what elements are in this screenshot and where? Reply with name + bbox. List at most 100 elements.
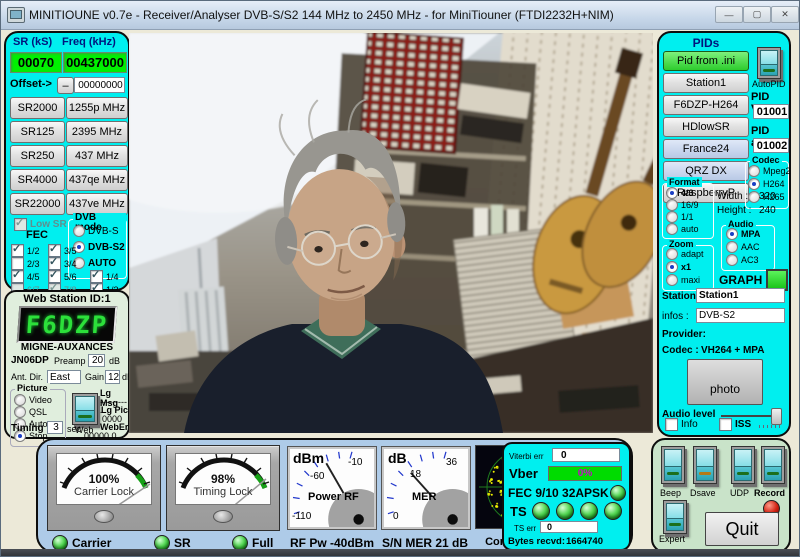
fec-4-5-box[interactable]: [11, 270, 24, 283]
radio-ac3[interactable]: AC3: [726, 254, 759, 266]
radio-adapt[interactable]: adapt: [666, 248, 704, 260]
preset-sr22000-button[interactable]: SR22000: [10, 193, 65, 215]
record-label: Record: [754, 488, 785, 498]
station-label: Station: [662, 291, 696, 302]
radio-dvbs2[interactable]: DVB-S2: [73, 241, 125, 253]
fec-4-5[interactable]: 4/5: [11, 270, 40, 283]
ant-dir-label: Ant. Dir.: [11, 372, 43, 382]
preset-sr125-button[interactable]: SR125: [10, 121, 65, 143]
radio-mpeg2[interactable]: Mpeg2: [748, 165, 791, 177]
timing-lock-value: 98%: [176, 472, 270, 486]
radio-maxi-dot[interactable]: [666, 274, 678, 286]
fec-1-2[interactable]: 1/2: [11, 244, 40, 257]
timing-unit: sec: [67, 424, 81, 434]
radio-aac[interactable]: AAC: [726, 241, 760, 253]
iss-checkbox[interactable]: ISS: [719, 418, 751, 431]
web-toggle-switch[interactable]: [72, 393, 98, 425]
radio-16-9[interactable]: 16/9: [666, 199, 699, 211]
info-checkbox[interactable]: Info: [665, 418, 698, 431]
preset-sr2000-button[interactable]: SR2000: [10, 97, 65, 119]
record-switch[interactable]: [761, 446, 785, 484]
radio-h264[interactable]: H264: [748, 178, 785, 190]
mer-label: MER: [412, 491, 436, 503]
radio-1-1-dot[interactable]: [666, 211, 678, 223]
timing-field[interactable]: 3: [47, 421, 63, 434]
fec-mode-label: FEC 9/10 32APSK: [508, 486, 609, 500]
radio-video[interactable]: Video: [14, 394, 52, 406]
city-label: MIGNE-AUXANCES: [6, 342, 128, 353]
freq-value-field[interactable]: 00437000: [63, 52, 127, 73]
f6dzp-h264-button[interactable]: F6DZP-H264: [663, 95, 749, 115]
minimize-button[interactable]: —: [715, 6, 743, 23]
radio-video-dot[interactable]: [14, 394, 26, 406]
infos-field[interactable]: DVB-S2: [696, 308, 785, 323]
mer-unit: dB: [388, 450, 407, 466]
bytes-value: 1664740: [566, 536, 603, 547]
france24-button[interactable]: France24: [663, 139, 749, 159]
ts-err-field: 0: [540, 521, 598, 533]
preset-2395-button[interactable]: 2395 MHz: [66, 121, 128, 143]
fec-1-2-box[interactable]: [11, 244, 24, 257]
dsave-switch[interactable]: [693, 446, 717, 484]
radio-auto-fmt-dot[interactable]: [666, 223, 678, 235]
switch-panel: Beep Dsave UDP Record Expert Quit: [651, 438, 791, 553]
graph-label: GRAPH: [719, 273, 762, 287]
height-value: 240: [759, 205, 776, 216]
station1-button[interactable]: Station1: [663, 73, 749, 93]
preset-437qe-button[interactable]: 437qe MHz: [66, 169, 128, 191]
pid-audio-field[interactable]: 01002: [753, 138, 789, 153]
sr-value-field[interactable]: 00070: [10, 52, 62, 73]
preset-sr250-button[interactable]: SR250: [10, 145, 65, 167]
sr-led-label: SR: [174, 536, 191, 550]
radio-adapt-dot[interactable]: [666, 248, 678, 260]
udp-switch[interactable]: [731, 446, 755, 484]
offset-field[interactable]: 00000000: [74, 77, 125, 93]
ant-dir-field[interactable]: East: [47, 370, 81, 384]
preset-1255-button[interactable]: 1255p MHz: [66, 97, 128, 119]
hdlowsr-button[interactable]: HDlowSR: [663, 117, 749, 137]
close-button[interactable]: ✕: [771, 6, 799, 23]
close-icon: ✕: [781, 9, 789, 20]
radio-dvbs[interactable]: DVB-S: [73, 225, 119, 237]
expert-switch[interactable]: [663, 500, 687, 534]
audio-level-thumb[interactable]: [771, 408, 782, 425]
radio-ac3-dot[interactable]: [726, 254, 738, 266]
autopid-icon[interactable]: [757, 47, 781, 79]
radio-mpa[interactable]: MPA: [726, 228, 760, 240]
beep-switch[interactable]: [661, 446, 685, 484]
radio-h264-label: H264: [763, 179, 785, 189]
radio-auto-fmt[interactable]: auto: [666, 223, 699, 235]
radio-ac3-label: AC3: [741, 255, 759, 265]
radio-h264-dot[interactable]: [748, 178, 760, 190]
offset-minus-button[interactable]: –: [57, 77, 74, 94]
pid-video-field[interactable]: 01001: [753, 104, 789, 119]
radio-aac-dot[interactable]: [726, 241, 738, 253]
radio-16-9-dot[interactable]: [666, 199, 678, 211]
station-field[interactable]: Station1: [696, 288, 785, 303]
radio-dvbs-dot[interactable]: [73, 225, 85, 237]
iss-checkbox-box[interactable]: [719, 418, 732, 431]
radio-qsl-dot[interactable]: [14, 406, 26, 418]
radio-4-3[interactable]: 4/3: [666, 187, 694, 199]
info-checkbox-box[interactable]: [665, 418, 678, 431]
radio-1-1[interactable]: 1/1: [666, 211, 694, 223]
radio-maxi[interactable]: maxi: [666, 274, 700, 286]
radio-x1-dot[interactable]: [666, 261, 678, 273]
radio-x1[interactable]: x1: [666, 261, 691, 273]
maximize-button[interactable]: ▢: [743, 6, 771, 23]
pid-from-ini-button[interactable]: Pid from .ini: [663, 51, 749, 71]
preamp-field[interactable]: 20: [88, 354, 105, 367]
radio-qsl[interactable]: QSL: [14, 406, 47, 418]
codec-line-value: VH264 + MPA: [701, 345, 764, 356]
preset-sr4000-button[interactable]: SR4000: [10, 169, 65, 191]
photo-button[interactable]: photo: [687, 359, 763, 405]
taskbar[interactable]: [1, 549, 800, 557]
radio-mpeg2-dot[interactable]: [748, 165, 760, 177]
preset-437-button[interactable]: 437 MHz: [66, 145, 128, 167]
quit-button[interactable]: Quit: [705, 512, 779, 546]
gain-field[interactable]: 12: [105, 370, 120, 384]
radio-mpa-dot[interactable]: [726, 228, 738, 240]
title-bar[interactable]: MINITIOUNE v0.7e - Receiver/Analyser DVB…: [1, 1, 800, 30]
radio-4-3-dot[interactable]: [666, 187, 678, 199]
offset-label: Offset->: [10, 78, 52, 90]
